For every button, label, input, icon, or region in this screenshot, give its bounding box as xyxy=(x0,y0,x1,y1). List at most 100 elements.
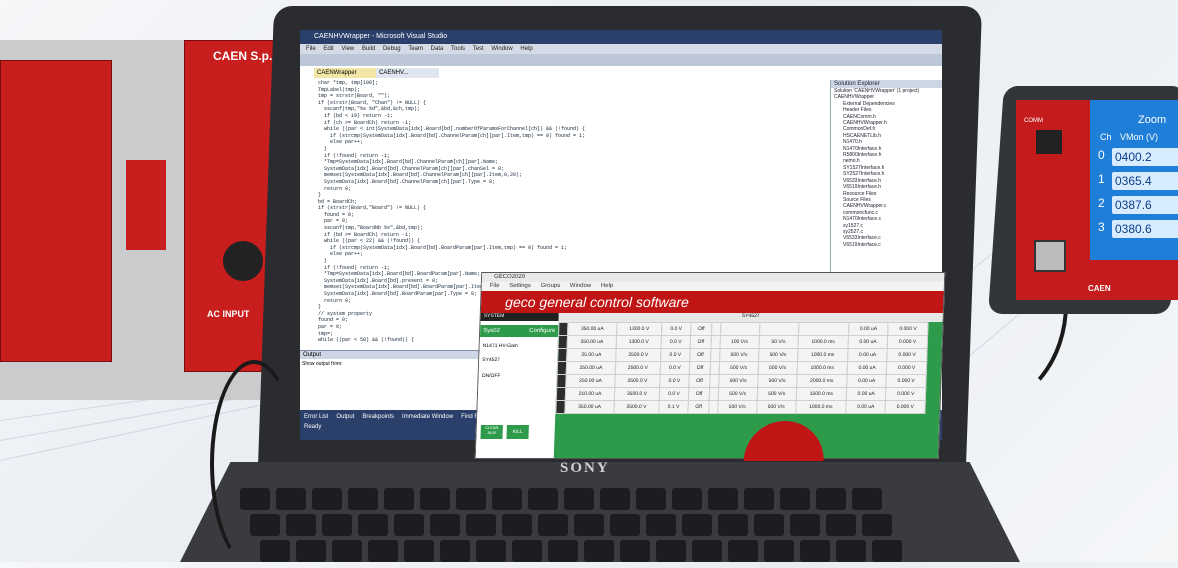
keyboard-key xyxy=(466,514,496,536)
tab-caenhv[interactable]: CAENHV... xyxy=(376,68,439,78)
code-line: while ((par < int)SystemData[idx].Board[… xyxy=(318,126,586,133)
ide-toolbar xyxy=(300,54,942,66)
code-line: else par++; xyxy=(318,251,364,258)
menu-edit[interactable]: Edit xyxy=(323,46,333,52)
bottom-tab[interactable]: Output xyxy=(336,414,354,420)
geco-menu-window[interactable]: Window xyxy=(570,283,592,289)
table-cell: 500 V/s xyxy=(756,400,796,414)
geco-channel-table[interactable]: SY4527 350.00 uA 1300.0 V 0.0 V Off 0.00 uA 0… xyxy=(553,313,943,461)
table-cell: 500 V/s xyxy=(756,387,797,401)
geco-menu-file[interactable]: File xyxy=(490,283,500,289)
code-line: while ((par < 22) && (!found)) { xyxy=(318,238,421,245)
code-line: SystemData[idx].Board[bd].ChannelParam[c… xyxy=(318,165,505,172)
menu-view[interactable]: View xyxy=(341,46,354,52)
ide-title-bar: CAENHVWrapper - Microsoft Visual Studio xyxy=(300,30,942,44)
reading-channel: 0 xyxy=(1098,148,1105,162)
table-row[interactable]: 25.00 uA 2500.0 V 0.0 V Off 500 V/s 500 V/s 10… xyxy=(557,348,928,362)
menu-team[interactable]: Team xyxy=(408,46,423,52)
code-line: if (strcmp(SystemData[idx].Board[bd].Cha… xyxy=(318,132,586,139)
menu-help[interactable]: Help xyxy=(520,46,532,52)
code-line: tmp = strstr(Board, ""); xyxy=(318,93,391,100)
geco-menu-groups[interactable]: Groups xyxy=(540,283,560,289)
table-cell: 500 V/s xyxy=(757,374,797,388)
keyboard-key xyxy=(682,514,712,536)
table-cell: 1000.0 ms xyxy=(796,361,848,375)
connector-icon xyxy=(223,241,263,281)
keyboard-key xyxy=(332,540,362,562)
menu-file[interactable]: File xyxy=(306,46,316,52)
keyboard-key xyxy=(718,514,748,536)
reading-value: 0387.6 xyxy=(1112,196,1178,214)
tab-caenwrapper[interactable]: CAENWrapper xyxy=(314,68,377,78)
table-cell: 100 V/s xyxy=(719,335,760,349)
menu-test[interactable]: Test xyxy=(473,46,484,52)
geco-menu-help[interactable]: Help xyxy=(601,283,614,289)
menu-tools[interactable]: Tools xyxy=(451,46,465,52)
table-row[interactable]: 350.00 uA 3500.0 V 0.1 V Off 500 V/s 500 V/s 1… xyxy=(555,400,926,414)
display-col-ch: Ch xyxy=(1100,132,1112,142)
menu-window[interactable]: Window xyxy=(491,46,512,52)
keyboard-key xyxy=(404,540,434,562)
keyboard-key xyxy=(728,540,758,562)
geco-table-header: SY4527 xyxy=(558,313,943,322)
reading-value: 0380.6 xyxy=(1112,220,1178,238)
table-row[interactable]: 250.00 uA 2500.0 V 0.0 V Off 500 V/s 500 V/s 1… xyxy=(557,361,927,375)
geco-window[interactable]: GECO2020 File Settings Groups Window Hel… xyxy=(474,272,946,461)
table-cell: 3500.0 V xyxy=(614,400,659,414)
code-line: if (bd < 19) return -1; xyxy=(318,112,394,119)
keyboard-key xyxy=(296,540,326,562)
geco-configure-link[interactable]: Configure xyxy=(529,325,555,337)
bottom-tab[interactable]: Error List xyxy=(304,414,328,420)
table-cell: 2000.0 ms xyxy=(796,374,848,388)
table-cell: 1500.0 ms xyxy=(795,387,847,401)
table-row[interactable]: 350.00 uA 1300.0 V 0.0 V Off 100 V/s 50 V/s 10… xyxy=(558,335,928,349)
solution-tree[interactable]: Solution 'CAENHVWrapper' (1 project) CAEN… xyxy=(831,88,942,248)
table-row[interactable]: 210.00 uA 3500.0 V 0.0 V Off 500 V/s 500 V/s 1… xyxy=(556,387,926,401)
menu-data[interactable]: Data xyxy=(431,46,444,52)
geco-system-item[interactable]: Sys02 Configure xyxy=(479,325,559,337)
bottom-tab[interactable]: Breakpoints xyxy=(362,414,394,420)
keyboard-key xyxy=(512,540,542,562)
clear-alarm-button[interactable]: CLEAR ALM xyxy=(480,425,503,439)
table-cell: 0.00 uA xyxy=(848,335,888,349)
table-row[interactable]: 350.00 uA 1300.0 V 0.0 V Off 0.00 uA 0.000 V xyxy=(558,322,929,336)
display-col-vmon: VMon (V) xyxy=(1120,132,1159,142)
table-cell: 0.00 uA xyxy=(845,400,886,414)
code-line: if (!found) return -1; xyxy=(318,264,391,271)
bottom-tab[interactable]: Immediate Window xyxy=(402,414,453,420)
table-cell: 350.00 uA xyxy=(567,322,618,336)
table-cell: 2500.0 V xyxy=(614,374,660,388)
table-cell: 0.000 V xyxy=(885,400,926,414)
code-line: } xyxy=(318,258,328,265)
table-row[interactable]: 250.00 uA 2500.0 V 0.0 V Off 500 V/s 500 V/s 2… xyxy=(556,374,927,388)
table-cell: 2500.0 V xyxy=(615,361,661,375)
table-cell xyxy=(759,322,799,336)
code-line: sscanf(tmp,"%s %d",&bd,&ch,tmp); xyxy=(318,106,421,113)
menu-debug[interactable]: Debug xyxy=(383,46,401,52)
keyboard xyxy=(240,488,940,562)
table-cell: 0.000 V xyxy=(886,374,927,388)
table-cell: 0.0 V xyxy=(660,348,691,362)
keyboard-key xyxy=(692,540,722,562)
table-cell: 500 V/s xyxy=(717,400,757,414)
keyboard-key xyxy=(538,514,568,536)
geco-banner: geco general control software xyxy=(480,291,944,313)
geco-menu-settings[interactable]: Settings xyxy=(509,283,531,289)
keyboard-key xyxy=(312,488,342,510)
keyboard-key xyxy=(430,514,460,536)
table-cell: 3500.0 V xyxy=(614,387,660,401)
keyboard-key xyxy=(574,514,604,536)
display-title: Zoom xyxy=(1138,114,1167,126)
keyboard-key xyxy=(872,540,902,562)
table-cell: 500 V/s xyxy=(758,348,798,362)
table-cell: 1000.0 ms xyxy=(797,348,849,362)
table-cell: 500 V/s xyxy=(717,387,758,401)
crate-slot xyxy=(126,160,166,250)
keyboard-key xyxy=(322,514,352,536)
kill-button[interactable]: KILL xyxy=(506,425,529,439)
keyboard-key xyxy=(384,488,414,510)
menu-build[interactable]: Build xyxy=(362,46,375,52)
geco-table[interactable]: 350.00 uA 1300.0 V 0.0 V Off 0.00 uA 0.000 V3… xyxy=(555,322,929,414)
keyboard-key xyxy=(708,488,738,510)
table-cell: 0.00 uA xyxy=(846,387,887,401)
